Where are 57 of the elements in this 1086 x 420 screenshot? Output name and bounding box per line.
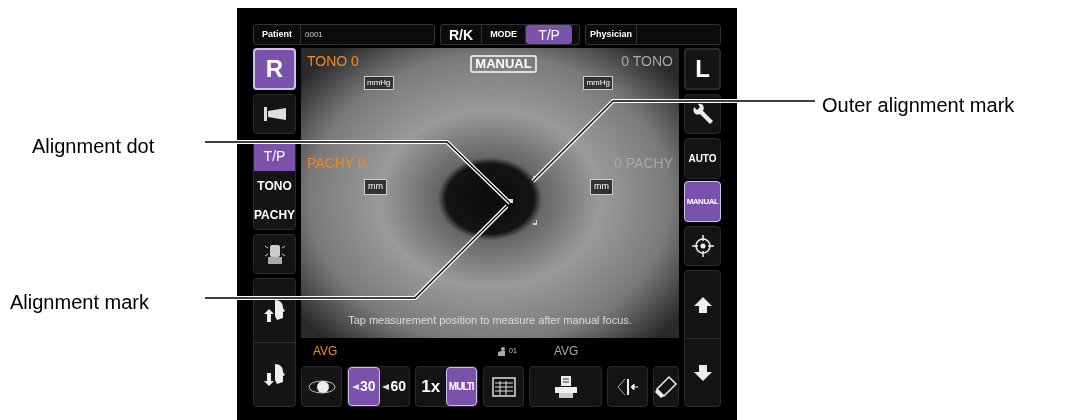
measurement-tab[interactable]: TONO (254, 171, 295, 200)
target-button[interactable] (684, 226, 721, 266)
unit-badge: mmHg (364, 76, 394, 90)
eye-button[interactable]: L (684, 48, 721, 90)
settings-button[interactable] (684, 94, 721, 134)
unit-badge: mm (364, 179, 387, 195)
device-icon (262, 242, 287, 266)
nozzle-icon (263, 107, 286, 121)
down-arrow-icon (693, 364, 712, 381)
pachy-reading: PACHY 0 (307, 154, 366, 173)
compare-button[interactable] (607, 366, 648, 407)
patient-label: Patient (254, 25, 301, 44)
tono-reading: 0 TONO (621, 52, 673, 71)
table-button[interactable] (483, 366, 524, 407)
magnification-option[interactable]: 1x (416, 367, 446, 406)
callout-label: Alignment mark (10, 290, 149, 315)
eye-button[interactable]: R (253, 48, 296, 90)
eraser-button[interactable] (653, 366, 679, 407)
mode-tab[interactable]: T/P (526, 25, 572, 44)
physician-label: Physician (586, 25, 638, 44)
callout-label: Outer alignment mark (822, 93, 1015, 118)
printer-icon (553, 374, 578, 399)
measurement-tab[interactable]: T/P (254, 142, 295, 171)
up-arrow-icon (693, 296, 712, 313)
magnification-option[interactable]: MULTI (445, 367, 477, 406)
focus-mode-button[interactable]: AUTO (684, 138, 721, 179)
print-button[interactable] (529, 366, 602, 407)
head-up-icon (262, 297, 287, 324)
angle-option[interactable]: 30 (348, 367, 380, 406)
device-button[interactable] (253, 234, 296, 274)
table-icon (491, 376, 516, 397)
triangle-icon (382, 383, 390, 390)
average-label: AVG (554, 343, 579, 360)
eye-photo[interactable] (301, 48, 679, 338)
callout-label: Alignment dot (32, 134, 155, 159)
manual-mode-badge: MANUAL (470, 55, 537, 73)
unit-badge: mm (590, 179, 613, 195)
shutter-button[interactable] (253, 94, 296, 134)
unit-badge: mmHg (583, 76, 613, 90)
eye-icon (307, 378, 336, 395)
instruction-text: Tap measurement position to measure after manual focus. (348, 312, 632, 328)
patient-value: 0001 (304, 28, 324, 41)
head-down-icon (262, 361, 287, 388)
measurement-tab[interactable]: PACHY (254, 200, 295, 229)
average-label: AVG (313, 343, 339, 360)
physician-field[interactable]: Physician (585, 24, 721, 45)
eye-view-button[interactable] (301, 366, 342, 407)
eraser-icon (654, 374, 678, 399)
angle-option[interactable]: 60 (379, 367, 409, 406)
triangle-icon (351, 383, 359, 390)
split-arrow-icon (616, 377, 639, 396)
mode-tab[interactable]: R/K (441, 25, 482, 44)
tono-reading: TONO 0 (307, 52, 359, 71)
focus-mode-button[interactable]: MANUAL (684, 181, 721, 222)
crosshair-icon (691, 235, 714, 257)
patient-field[interactable]: Patient 0001 (253, 24, 435, 45)
person-icon (497, 346, 507, 356)
